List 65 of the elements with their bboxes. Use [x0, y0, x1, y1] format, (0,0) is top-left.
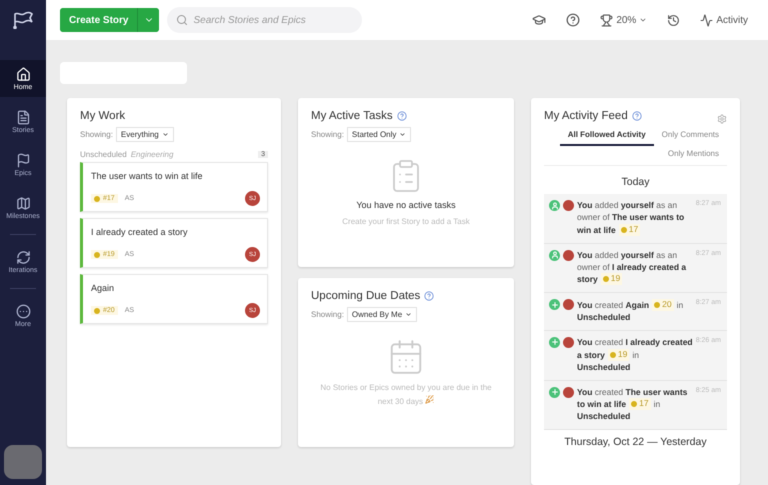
filter-dropdown[interactable]: Owned By Me	[346, 307, 418, 322]
caret-icon	[405, 311, 412, 318]
card-title: Upcoming Due Dates	[311, 290, 420, 302]
document-icon	[16, 110, 30, 125]
feed-tab[interactable]: Only Mentions	[660, 146, 727, 165]
info-icon[interactable]	[424, 291, 434, 301]
map-icon	[16, 196, 30, 211]
create-menu-button[interactable]	[137, 8, 160, 32]
ellipsis-icon	[16, 304, 30, 319]
progress-button[interactable]: 20%	[594, 14, 654, 26]
user-avatar-icon	[563, 250, 574, 261]
history-icon	[667, 14, 680, 26]
user-avatar-icon	[563, 386, 574, 398]
activity-text: You created The user wants to win at life 17 in Unscheduled	[577, 386, 688, 424]
home-icon	[16, 67, 30, 82]
date-heading: Today	[620, 175, 651, 190]
feed-tab[interactable]: All Followed Activity	[560, 127, 654, 146]
user-avatar-icon	[563, 200, 574, 211]
filter-dropdown[interactable]: Everything	[116, 127, 174, 142]
group-name: Unscheduled	[80, 150, 127, 159]
plus-icon	[549, 336, 560, 348]
caret-icon	[162, 131, 169, 138]
showing-label: Showing:	[311, 310, 344, 319]
story-title: Again	[91, 283, 116, 293]
plus-icon	[549, 386, 560, 398]
showing-label: Showing:	[311, 130, 344, 139]
logo-icon[interactable]	[12, 11, 34, 29]
empty-title: You have no active tasks	[356, 200, 456, 210]
info-icon[interactable]	[632, 111, 642, 121]
activity-text: You created Again 20 in Unscheduled	[577, 299, 684, 324]
user-avatar-icon	[563, 299, 574, 310]
activity-text: You added yourself as an owner of I already created a story 19	[577, 250, 688, 286]
trophy-icon	[600, 14, 614, 26]
flag-icon	[16, 153, 30, 168]
refresh-icon	[16, 250, 30, 265]
card-title: My Active Tasks	[311, 110, 393, 122]
empty-hint: No Stories or Epics owned by you are due in the next 30 days	[319, 382, 493, 408]
caret-icon	[399, 131, 406, 138]
graduation-cap-icon	[532, 13, 546, 27]
story-title: The user wants to win at life	[91, 171, 204, 181]
party-icon	[425, 394, 434, 404]
info-icon[interactable]	[396, 111, 407, 121]
date-heading: Thursday, Oct 22 — Yesterday	[563, 435, 708, 450]
user-avatar[interactable]	[4, 445, 42, 479]
caret-icon	[639, 16, 648, 24]
card-title: My Activity Feed	[544, 110, 628, 122]
person-icon	[549, 250, 560, 261]
feed-tab[interactable]: Only Comments	[654, 127, 727, 146]
person-icon	[549, 200, 560, 211]
showing-label: Showing:	[80, 130, 113, 139]
activity-text: You added yourself as an owner of The user wants to win at life 17	[577, 200, 686, 237]
filter-dropdown[interactable]: Started Only	[346, 127, 412, 142]
pulse-icon	[700, 14, 714, 26]
card-title: My Work	[80, 110, 126, 122]
plus-icon	[549, 299, 560, 310]
story-title: I already created a story	[91, 227, 189, 237]
team-name: Engineering	[130, 150, 174, 159]
activity-button[interactable]: Activity	[694, 14, 754, 26]
empty-hint: Create your first Story to add a Task	[341, 216, 471, 228]
activity-text: You created I already created a story 19 in Unscheduled	[577, 336, 693, 374]
user-avatar-icon	[563, 336, 574, 348]
search-field[interactable]: Search Stories and Epics	[167, 7, 362, 33]
help-icon	[566, 13, 580, 27]
search-icon	[176, 14, 188, 26]
settings-icon[interactable]	[717, 114, 727, 124]
